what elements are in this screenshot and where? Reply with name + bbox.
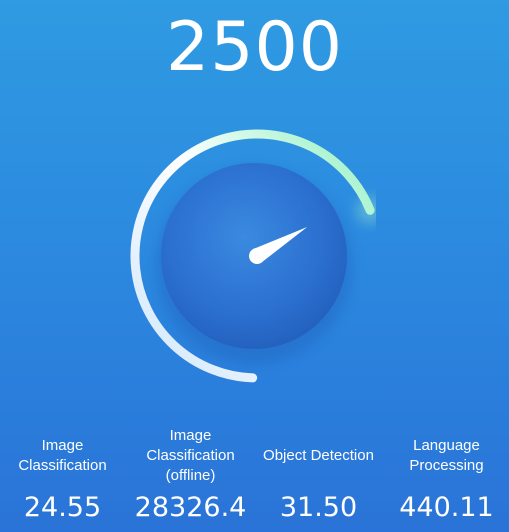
- metric-language-processing: Language Processing 440.11: [384, 424, 509, 532]
- metric-object-detection: Object Detection 31.50: [256, 424, 381, 532]
- metric-label: Image Classification (offline): [146, 427, 235, 484]
- metric-value: 24.55: [23, 492, 102, 523]
- metric-label: Image Classification: [18, 437, 107, 474]
- overall-score: 2500: [165, 8, 344, 87]
- metric-label: Language Processing: [409, 437, 484, 474]
- metric-image-classification: Image Classification 24.55: [0, 424, 125, 532]
- metric-image-classification-offline: Image Classification (offline) 28326.4: [128, 424, 253, 532]
- metric-value: 28326.4: [134, 492, 247, 523]
- metric-value: 31.50: [279, 492, 358, 523]
- gauge-arc-glow: [356, 196, 376, 225]
- benchmark-metrics: Image Classification 24.55 Image Classif…: [0, 424, 509, 532]
- metric-label: Object Detection: [263, 447, 374, 464]
- needle-hub: [249, 248, 265, 264]
- score-gauge: [130, 129, 376, 383]
- metric-value: 440.11: [399, 492, 494, 523]
